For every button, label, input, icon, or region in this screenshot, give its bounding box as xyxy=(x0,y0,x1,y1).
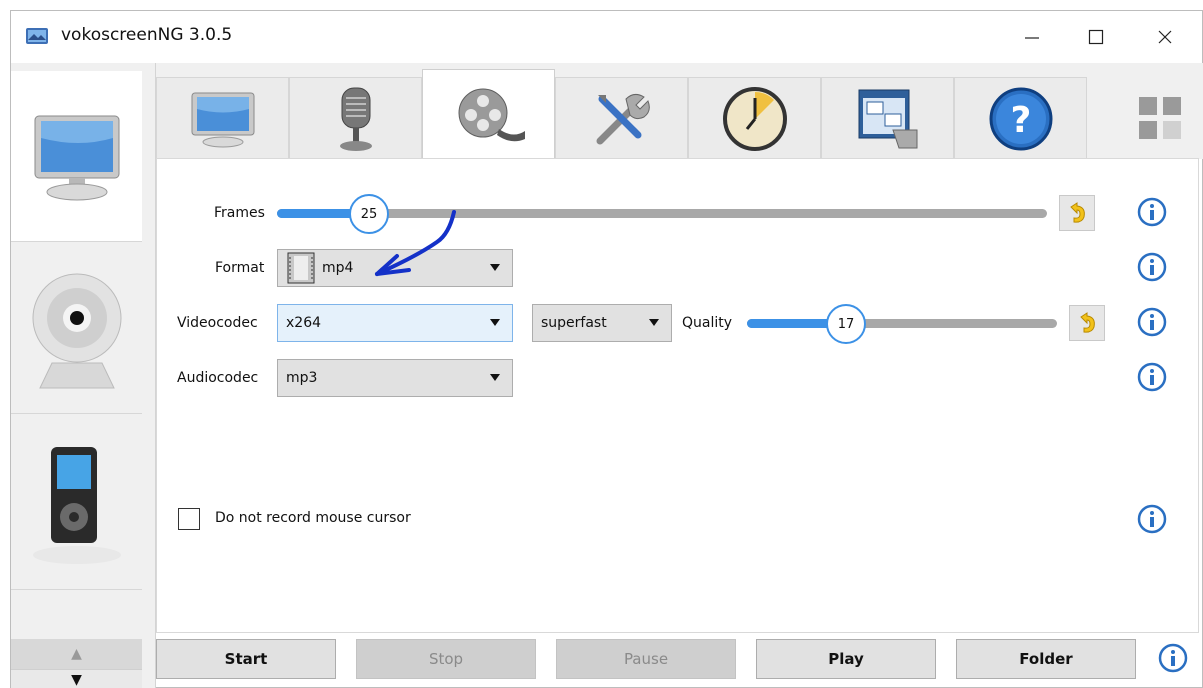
tab-misc[interactable] xyxy=(821,77,954,159)
chevron-down-icon xyxy=(490,319,500,326)
mouse-cursor-checkbox[interactable] xyxy=(178,508,200,530)
chevron-down-icon xyxy=(490,264,500,271)
tab-bar: ? xyxy=(156,63,1203,160)
videocodec-value: x264 xyxy=(286,315,322,331)
svg-text:?: ? xyxy=(1010,100,1031,141)
stop-button[interactable]: Stop xyxy=(356,639,536,679)
microphone-icon xyxy=(339,87,372,151)
audiocodec-info-button[interactable] xyxy=(1135,360,1169,394)
minimize-button[interactable] xyxy=(1000,11,1064,63)
app-icon xyxy=(25,25,49,47)
side-scroll-up-button[interactable]: ▲ xyxy=(11,639,142,669)
webcam-icon xyxy=(32,273,121,389)
info-icon xyxy=(1137,252,1167,282)
side-item-screen[interactable] xyxy=(11,71,142,241)
grid-icon xyxy=(1139,97,1181,139)
undo-icon xyxy=(1080,312,1095,333)
window-move-icon xyxy=(858,89,917,148)
tab-settings[interactable] xyxy=(555,77,688,159)
title-bar: vokoscreenNG 3.0.5 xyxy=(11,11,1202,63)
side-scroll-down-button[interactable]: ▼ xyxy=(11,669,142,688)
format-value: mp4 xyxy=(322,260,354,276)
folder-button[interactable]: Folder xyxy=(956,639,1136,679)
play-label: Play xyxy=(828,650,864,668)
quality-value: 17 xyxy=(837,316,855,332)
quality-reset-button[interactable] xyxy=(1069,305,1105,341)
main-info-button[interactable] xyxy=(1156,641,1190,675)
audiocodec-label: Audiocodec xyxy=(177,370,259,386)
chevron-down-icon xyxy=(490,374,500,381)
videocodec-label: Videocodec xyxy=(177,315,258,331)
info-icon xyxy=(1158,643,1188,673)
side-item-player[interactable] xyxy=(11,417,142,587)
mouse-cursor-label: Do not record mouse cursor xyxy=(215,510,411,526)
chevron-down-icon xyxy=(649,319,659,326)
info-icon xyxy=(1137,307,1167,337)
tab-audio[interactable] xyxy=(289,77,422,159)
frames-reset-button[interactable] xyxy=(1059,195,1095,231)
monitor-icon xyxy=(34,115,119,201)
audiocodec-value: mp3 xyxy=(286,370,318,386)
audiocodec-select[interactable]: mp3 xyxy=(277,359,513,397)
info-icon xyxy=(1137,362,1167,392)
format-label: Format xyxy=(215,260,265,276)
stop-label: Stop xyxy=(428,650,464,668)
video-settings-panel: Frames 25 Format mp4 Videocodec x264 sup… xyxy=(156,158,1199,633)
videocodec-info-button[interactable] xyxy=(1135,305,1169,339)
annotation-arrow xyxy=(375,210,456,276)
quality-label: Quality xyxy=(682,315,733,331)
maximize-button[interactable] xyxy=(1064,11,1128,63)
folder-label: Folder xyxy=(1019,650,1073,668)
pause-button[interactable]: Pause xyxy=(556,639,736,679)
film-strip-icon xyxy=(287,252,315,284)
tab-overflow-grid[interactable] xyxy=(1116,77,1203,159)
preset-select[interactable]: superfast xyxy=(532,304,672,342)
side-panel: ▲ ▼ xyxy=(11,63,156,688)
media-player-icon xyxy=(32,447,121,564)
timer-icon xyxy=(722,86,787,151)
frames-label: Frames xyxy=(214,205,265,221)
tools-icon xyxy=(596,93,650,144)
help-icon: ? xyxy=(989,87,1052,150)
undo-icon xyxy=(1070,202,1085,223)
tab-screen[interactable] xyxy=(156,77,289,159)
tab-help[interactable]: ? xyxy=(954,77,1087,159)
tab-timer[interactable] xyxy=(688,77,821,159)
start-label: Start xyxy=(224,650,268,668)
preset-value: superfast xyxy=(541,315,607,331)
info-icon xyxy=(1137,504,1167,534)
quality-slider-handle[interactable]: 17 xyxy=(826,304,866,344)
start-button[interactable]: Start xyxy=(156,639,336,679)
window-title: vokoscreenNG 3.0.5 xyxy=(61,25,233,45)
play-button[interactable]: Play xyxy=(756,639,936,679)
close-button[interactable] xyxy=(1133,11,1197,63)
videocodec-select[interactable]: x264 xyxy=(277,304,513,342)
side-item-camera[interactable] xyxy=(11,245,142,411)
tab-video[interactable] xyxy=(422,69,555,160)
film-reel-icon xyxy=(458,88,525,142)
frames-info-button[interactable] xyxy=(1135,195,1169,229)
app-window: vokoscreenNG 3.0.5 ▲ ▼ ? Frames 25 Forma… xyxy=(10,10,1203,688)
format-info-button[interactable] xyxy=(1135,250,1169,284)
info-icon xyxy=(1137,197,1167,227)
mouse-cursor-info-button[interactable] xyxy=(1135,502,1169,536)
pause-label: Pause xyxy=(623,650,669,668)
monitor-icon xyxy=(191,92,254,147)
